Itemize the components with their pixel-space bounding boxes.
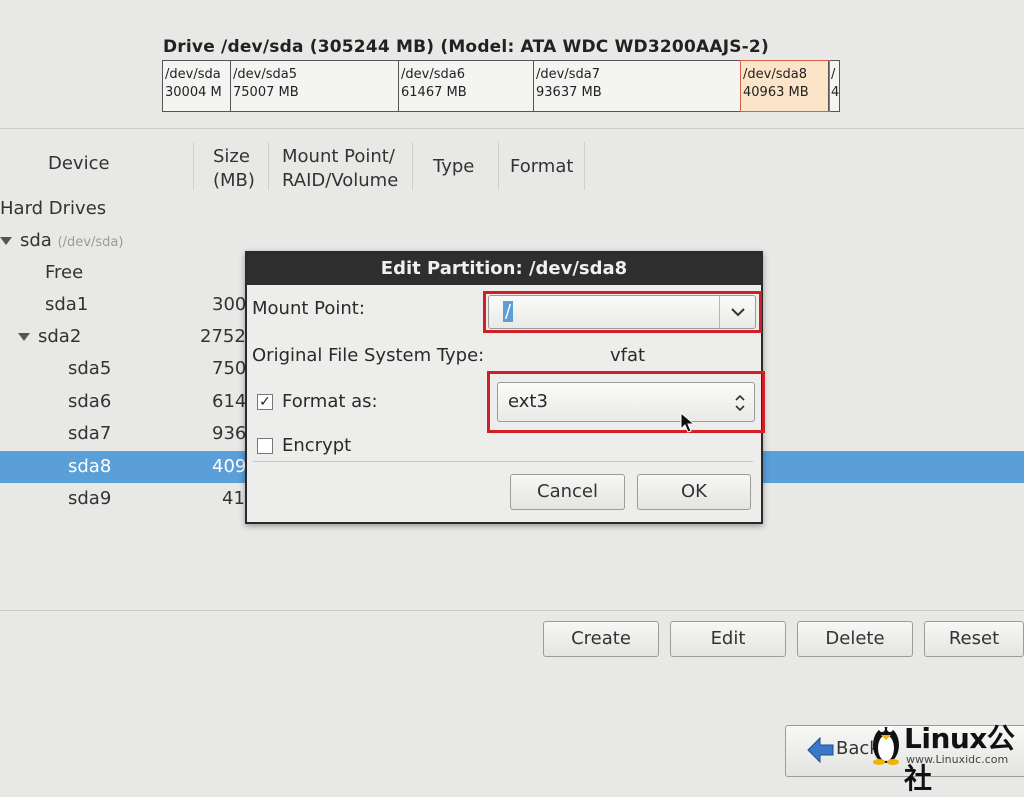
- tux-penguin-icon: [873, 726, 899, 765]
- format-as-label: Format as:: [282, 391, 378, 412]
- dialog-divider: [253, 461, 753, 462]
- tree-group-hard-drives[interactable]: Hard Drives: [0, 193, 250, 225]
- edit-button[interactable]: Edit: [670, 621, 786, 657]
- chevron-down-icon[interactable]: [730, 306, 746, 318]
- delete-button[interactable]: Delete: [797, 621, 913, 657]
- drive-segment-sda5[interactable]: /dev/sda5 75007 MB: [231, 61, 399, 111]
- drive-segment-sda7[interactable]: /dev/sda7 93637 MB: [534, 61, 741, 111]
- create-button[interactable]: Create: [543, 621, 659, 657]
- encrypt-label: Encrypt: [282, 435, 352, 456]
- col-separator: [584, 142, 585, 190]
- drive-segment-sda6[interactable]: /dev/sda6 61467 MB: [399, 61, 534, 111]
- tree-row-sda9[interactable]: sda9 41: [0, 483, 250, 515]
- mouse-cursor-icon: [680, 411, 696, 433]
- tree-row-sda2[interactable]: sda2 2752: [0, 321, 250, 353]
- col-separator: [412, 142, 413, 190]
- encrypt-checkbox[interactable]: [257, 438, 273, 454]
- watermark-logo: Linux公社 www.Linuxidc.com: [870, 713, 1024, 795]
- original-fs-label: Original File System Type:: [252, 345, 485, 366]
- watermark-url: www.Linuxidc.com: [906, 753, 1009, 766]
- tree-row-sda[interactable]: sda (/dev/sda): [0, 225, 250, 257]
- expander-down-icon[interactable]: [18, 333, 30, 341]
- ok-button[interactable]: OK: [637, 474, 751, 510]
- updown-arrows-icon: [735, 394, 745, 412]
- drive-partition-map: /dev/sda 30004 M /dev/sda5 75007 MB /dev…: [162, 60, 840, 112]
- col-header-device[interactable]: Device: [48, 152, 110, 176]
- tree-row-sda1[interactable]: sda1 300: [0, 289, 250, 321]
- drive-segment-sda9[interactable]: / 4: [829, 61, 839, 111]
- drive-title: Drive /dev/sda (305244 MB) (Model: ATA W…: [163, 37, 769, 57]
- drive-segment-sda8[interactable]: /dev/sda8 40963 MB: [740, 60, 830, 112]
- cancel-button[interactable]: Cancel: [510, 474, 625, 510]
- tree-row-free[interactable]: Free: [0, 257, 250, 289]
- drive-segment-sda[interactable]: /dev/sda 30004 M: [163, 61, 231, 111]
- tree-row-sda8[interactable]: sda8 409: [0, 451, 250, 483]
- reset-button[interactable]: Reset: [924, 621, 1024, 657]
- col-header-mount[interactable]: Mount Point/ RAID/Volume: [282, 145, 398, 193]
- edit-partition-dialog: Edit Partition: /dev/sda8 Mount Point: /…: [245, 251, 765, 524]
- dialog-title: Edit Partition: /dev/sda8: [247, 253, 761, 285]
- mount-point-combobox[interactable]: /: [488, 295, 756, 329]
- combo-separator: [719, 296, 720, 328]
- back-arrow-icon: [807, 736, 834, 764]
- col-header-size[interactable]: Size (MB): [213, 145, 255, 193]
- tree-row-sda5[interactable]: sda5 750: [0, 353, 250, 385]
- mount-point-label: Mount Point:: [252, 298, 365, 319]
- mount-point-input[interactable]: /: [503, 301, 514, 322]
- divider: [0, 128, 1024, 129]
- original-fs-value: vfat: [610, 345, 646, 366]
- col-separator: [268, 142, 269, 190]
- col-header-format[interactable]: Format: [510, 155, 573, 179]
- format-as-checkbox[interactable]: ✓: [257, 394, 273, 410]
- divider: [0, 610, 1024, 611]
- col-separator: [498, 142, 499, 190]
- tree-row-sda6[interactable]: sda6 614: [0, 386, 250, 418]
- expander-down-icon[interactable]: [0, 237, 12, 245]
- tree-row-sda7[interactable]: sda7 936: [0, 418, 250, 450]
- col-header-type[interactable]: Type: [433, 155, 474, 179]
- format-as-select[interactable]: ext3: [497, 382, 755, 422]
- col-separator: [193, 142, 194, 190]
